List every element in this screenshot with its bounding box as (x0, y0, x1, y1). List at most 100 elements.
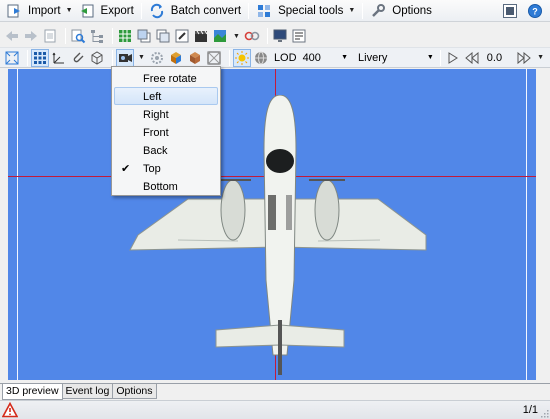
menu-item-label: Bottom (143, 181, 178, 193)
livery-value: Livery (358, 51, 388, 64)
fit-view-icon[interactable] (4, 50, 20, 66)
menu-item-right[interactable]: Right (114, 105, 218, 123)
menu-item-back[interactable]: Back (114, 141, 218, 159)
sun-icon[interactable] (232, 48, 251, 67)
separator (248, 2, 250, 19)
texture-cube-icon[interactable] (187, 50, 203, 66)
menu-item-bottom[interactable]: Bottom (114, 177, 218, 195)
chevron-down-icon[interactable]: ▼ (66, 7, 73, 14)
texture-icon[interactable] (212, 28, 228, 44)
batch-convert-label: Batch convert (170, 4, 242, 17)
back-arrow-icon[interactable] (4, 28, 20, 44)
link-icon[interactable] (244, 28, 260, 44)
tab-options[interactable]: Options (112, 384, 157, 399)
inspect-icon[interactable] (70, 28, 86, 44)
resize-grip-icon[interactable] (540, 409, 549, 418)
animation-time: 0.0 (486, 51, 503, 64)
wrench-icon (370, 3, 386, 19)
options-label: Options (392, 4, 432, 17)
special-tools-button[interactable]: Special tools ▼ (253, 1, 358, 21)
menu-item-left[interactable]: Left (114, 87, 218, 105)
chevron-down-icon[interactable]: ▼ (348, 7, 355, 14)
chevron-down-icon[interactable]: ▼ (138, 54, 145, 61)
menu-item-label: Back (143, 145, 168, 157)
import-button[interactable]: Import ▼ (3, 1, 76, 21)
separator (362, 2, 364, 19)
chevron-down-icon[interactable]: ▼ (233, 33, 240, 40)
3d-viewport[interactable] (8, 69, 536, 380)
separator (112, 49, 113, 66)
chevron-down-icon: ▼ (426, 54, 434, 61)
menu-item-top[interactable]: ✔ Top (114, 159, 218, 177)
warning-icon[interactable] (2, 402, 18, 418)
properties-icon[interactable] (291, 28, 307, 44)
status-bar: 1/1 (0, 400, 550, 419)
separator (112, 28, 113, 44)
main-toolbar: Import ▼ Export Batch convert Special to… (0, 0, 550, 22)
cube-wire-icon[interactable] (89, 50, 105, 66)
grid-view-icon[interactable] (117, 28, 133, 44)
camera-view-icon[interactable] (116, 48, 134, 67)
attach-icon[interactable] (70, 50, 86, 66)
menu-item-label: Right (143, 109, 169, 121)
play-icon[interactable] (445, 50, 461, 66)
export-icon (79, 3, 95, 19)
import-label: Import (28, 4, 61, 17)
forward-arrow-icon[interactable] (23, 28, 39, 44)
check-icon: ✔ (121, 163, 131, 175)
hierarchy-icon[interactable] (89, 28, 105, 44)
settings-gear-icon[interactable] (149, 50, 165, 66)
camera-view-menu: Free rotate Left Right Front Back ✔ Top … (111, 66, 221, 196)
separator (439, 49, 441, 66)
about-icon[interactable] (502, 3, 518, 19)
export-button[interactable]: Export (76, 1, 137, 21)
guide-line-right (526, 69, 527, 380)
grid-toggle-icon[interactable] (31, 48, 49, 67)
rewind-icon[interactable] (464, 50, 480, 66)
preview-toolbar: ▼ LOD 400 ▼ Livery ▼ 0.0 ▼ (0, 47, 550, 68)
batch-convert-icon (149, 3, 165, 19)
guide-line-left (17, 69, 18, 380)
page-indicator: 1/1 (522, 404, 538, 416)
top-right-icons: ? (502, 3, 546, 19)
navigation-toolbar: ▼ (0, 25, 550, 47)
menu-item-label: Left (143, 91, 162, 103)
separator (140, 2, 142, 19)
svg-text:?: ? (532, 7, 538, 17)
menu-item-label: Front (143, 127, 169, 139)
tools-grid-icon (256, 3, 272, 19)
menu-item-label: Top (143, 163, 161, 175)
chevron-down-icon[interactable]: ▼ (537, 54, 544, 61)
axes-icon[interactable] (51, 50, 67, 66)
batch-convert-button[interactable]: Batch convert (146, 1, 244, 21)
tab-3d-preview[interactable]: 3D preview (2, 384, 63, 400)
copy-icon[interactable] (136, 28, 152, 44)
bottom-tabs: 3D preview Event log Options (0, 383, 550, 400)
help-icon[interactable]: ? (527, 3, 543, 19)
special-tools-label: Special tools (278, 4, 344, 17)
clapper-icon[interactable] (193, 28, 209, 44)
edit-icon[interactable] (174, 28, 190, 44)
export-label: Export (100, 4, 134, 17)
separator (27, 49, 28, 66)
wireframe-icon[interactable] (206, 50, 222, 66)
menu-item-label: Free rotate (143, 73, 197, 85)
monitor-icon[interactable] (272, 28, 288, 44)
separator (65, 28, 66, 44)
globe-icon[interactable] (253, 50, 269, 66)
separator (228, 49, 230, 66)
lod-label: LOD (273, 51, 297, 64)
shaded-cube-icon[interactable] (168, 50, 184, 66)
document-icon[interactable] (42, 28, 58, 44)
fast-forward-icon[interactable] (516, 50, 532, 66)
tab-event-log[interactable]: Event log (61, 384, 114, 399)
lod-value: 400 (302, 51, 321, 64)
menu-item-front[interactable]: Front (114, 123, 218, 141)
chevron-down-icon: ▼ (341, 54, 349, 61)
options-button[interactable]: Options (367, 1, 435, 21)
import-icon (6, 3, 22, 19)
layers-icon[interactable] (155, 28, 171, 44)
menu-item-free-rotate[interactable]: Free rotate (114, 69, 218, 87)
lod-select[interactable]: 400 ▼ (301, 50, 350, 66)
livery-select[interactable]: Livery ▼ (356, 50, 436, 66)
